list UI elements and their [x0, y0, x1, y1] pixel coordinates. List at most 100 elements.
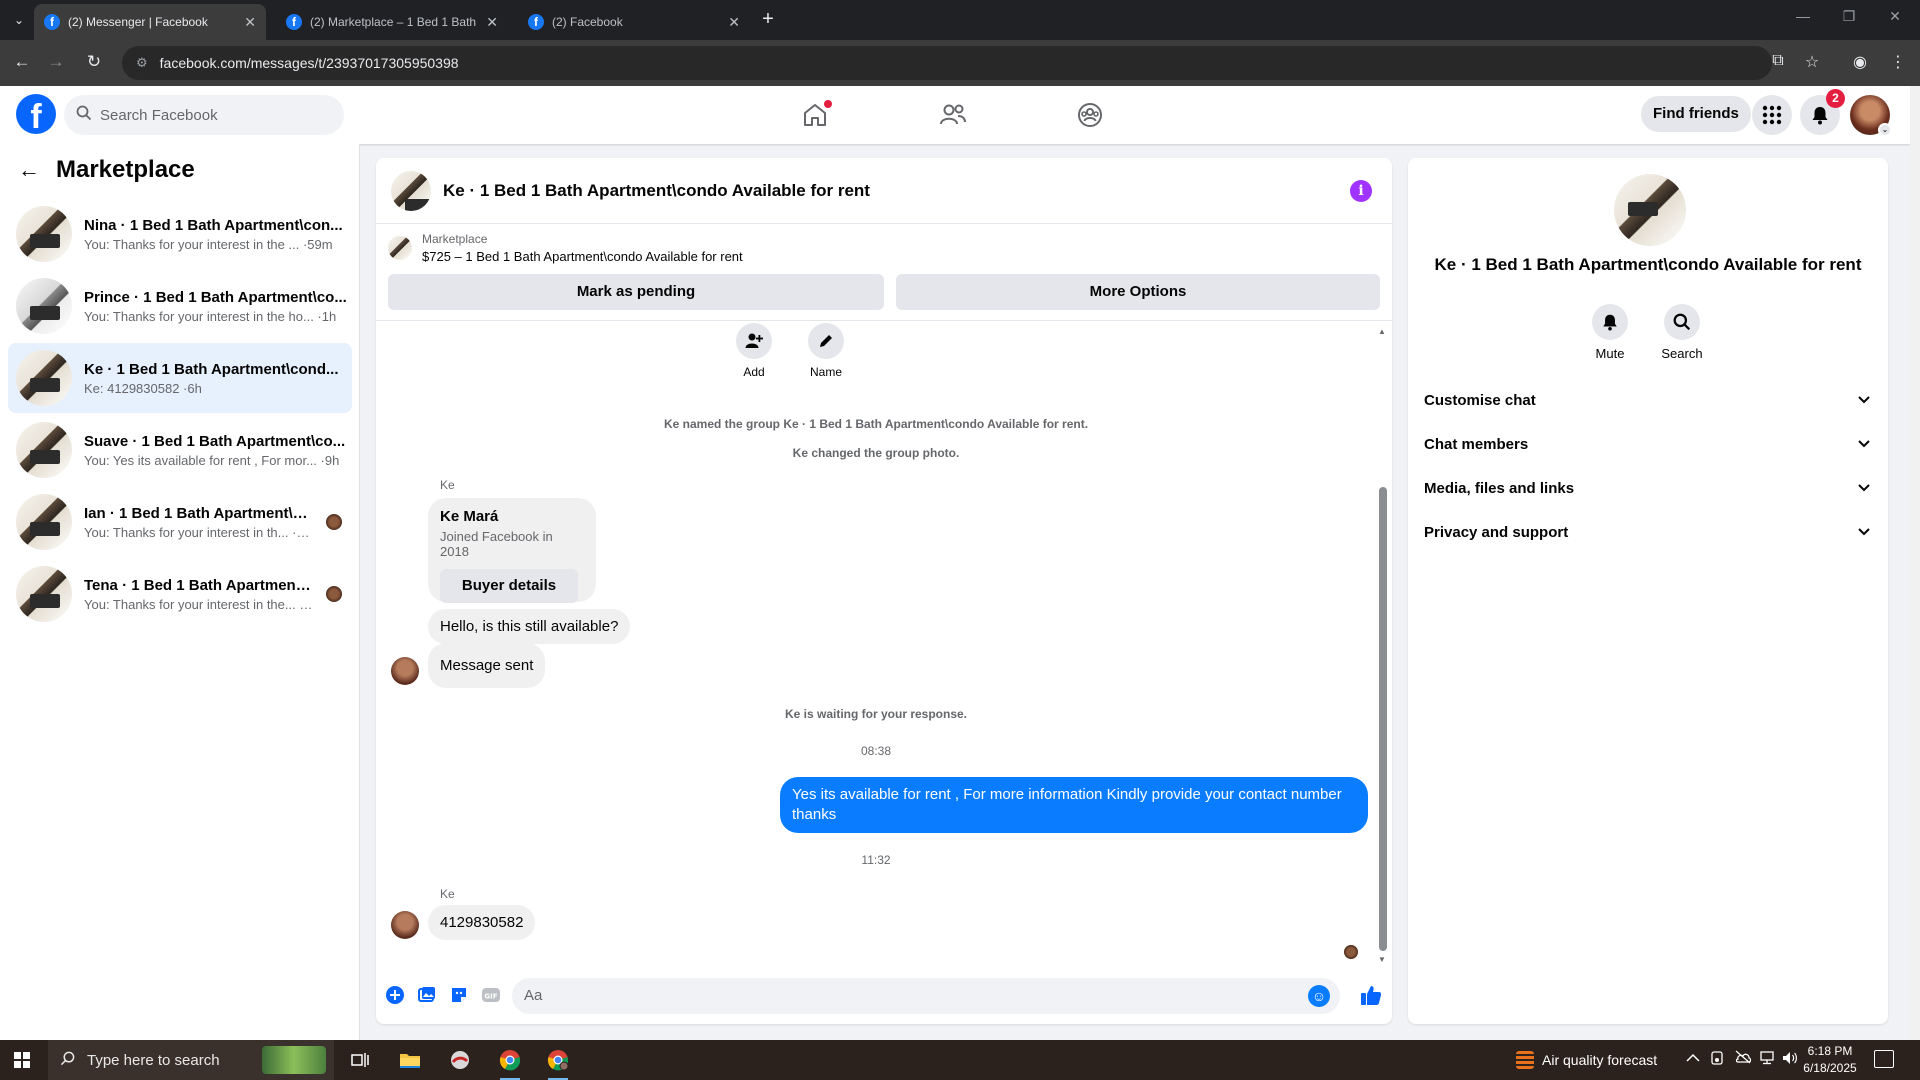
taskbar-search-input[interactable]: Type here to search: [48, 1040, 334, 1080]
customise-chat-section[interactable]: Customise chat: [1424, 382, 1872, 418]
install-app-icon[interactable]: ⧉: [1766, 52, 1790, 70]
system-message: Ke changed the group photo.: [792, 446, 960, 460]
tab-marketplace[interactable]: f (2) Marketplace – 1 Bed 1 Bath ✕: [276, 4, 508, 40]
windows-start-icon[interactable]: [14, 1052, 30, 1068]
incoming-message[interactable]: 4129830582: [428, 905, 536, 940]
volume-icon[interactable]: [1782, 1050, 1798, 1069]
action-center-icon[interactable]: [1874, 1050, 1894, 1068]
svg-text:GIF: GIF: [484, 993, 497, 1001]
back-icon[interactable]: ←: [10, 52, 34, 72]
mark-as-pending-button[interactable]: Mark as pending: [388, 274, 884, 310]
listing-thumbnail: [16, 494, 72, 550]
find-friends-button[interactable]: Find friends: [1641, 96, 1751, 132]
tray-chevron-up-icon[interactable]: [1686, 1050, 1700, 1066]
site-info-icon[interactable]: ⚙: [136, 55, 148, 71]
more-options-button[interactable]: More Options: [896, 274, 1380, 310]
mute-button[interactable]: Mute: [1580, 304, 1640, 361]
profile-icon[interactable]: ◉: [1848, 52, 1872, 72]
thumbs-up-icon[interactable]: [1360, 984, 1382, 1006]
onedrive-off-icon[interactable]: [1734, 1050, 1752, 1067]
conversation-item[interactable]: Suave · 1 Bed 1 Bath Apartment\co... You…: [8, 415, 352, 485]
tab-title: (2) Facebook: [552, 15, 623, 29]
seen-avatar: [326, 514, 342, 530]
chrome-icon[interactable]: [496, 1046, 524, 1080]
conversation-preview: You: Thanks for your interest in the... …: [84, 596, 314, 612]
gif-icon[interactable]: GIF: [480, 984, 502, 1006]
privacy-support-section[interactable]: Privacy and support: [1424, 514, 1872, 550]
info-icon[interactable]: i: [1350, 179, 1372, 202]
home-icon[interactable]: [798, 98, 832, 132]
system-clock[interactable]: 6:18 PM 6/18/2025: [1800, 1043, 1860, 1077]
emoji-icon[interactable]: ☺: [1308, 985, 1330, 1007]
meet-now-icon[interactable]: [1710, 1050, 1726, 1069]
app-icon[interactable]: [446, 1046, 474, 1074]
sender-avatar[interactable]: [391, 911, 419, 939]
address-bar[interactable]: ⚙ facebook.com/messages/t/23937017305950…: [122, 46, 1772, 80]
close-tab-icon[interactable]: ✕: [244, 14, 256, 31]
conversation-item[interactable]: Tena · 1 Bed 1 Bath Apartment\c... You: …: [8, 559, 352, 629]
sender-name: Ke: [440, 478, 455, 492]
search-in-conversation-button[interactable]: Search: [1652, 304, 1712, 361]
scroll-up-icon[interactable]: ▲: [1378, 327, 1386, 336]
tab-search-chevron-icon[interactable]: ⌄: [8, 10, 30, 30]
tab-facebook[interactable]: f (2) Facebook ✕: [518, 4, 750, 40]
bookmark-star-icon[interactable]: ☆: [1800, 52, 1824, 72]
clock-time: 6:18 PM: [1807, 1044, 1853, 1058]
close-window-icon[interactable]: ✕: [1872, 8, 1918, 25]
chrome-profile-icon[interactable]: [544, 1046, 572, 1080]
chevron-down-icon: [1858, 437, 1870, 451]
scroll-down-icon[interactable]: ▼: [1378, 955, 1386, 964]
incoming-message[interactable]: Message sent: [428, 643, 546, 688]
name-group-button[interactable]: Name: [796, 323, 856, 379]
group-photo[interactable]: [1614, 174, 1686, 246]
chat-members-section[interactable]: Chat members: [1424, 426, 1872, 462]
conversation-preview: You: Thanks for your interest in the ...…: [84, 236, 333, 252]
add-people-button[interactable]: Add: [724, 323, 784, 379]
restore-icon[interactable]: ❐: [1826, 8, 1872, 25]
weather-widget[interactable]: Air quality forecast: [1516, 1040, 1657, 1080]
air-quality-icon: [1516, 1051, 1534, 1069]
close-tab-icon[interactable]: ✕: [728, 14, 740, 31]
facebook-logo-icon[interactable]: f: [16, 94, 56, 134]
incoming-message[interactable]: Hello, is this still available?: [428, 609, 631, 644]
file-explorer-icon[interactable]: [396, 1046, 424, 1074]
chrome-menu-icon[interactable]: ⋮: [1886, 52, 1910, 72]
marketplace-label: Marketplace: [422, 232, 488, 246]
photo-icon[interactable]: [416, 984, 438, 1006]
facebook-search-input[interactable]: Search Facebook: [64, 95, 344, 135]
read-receipt-avatar: [1344, 945, 1358, 959]
outgoing-message[interactable]: Yes its available for rent , For more in…: [780, 777, 1368, 833]
message-input[interactable]: Aa ☺: [512, 978, 1340, 1014]
scroll-thumb[interactable]: [1379, 487, 1387, 951]
forward-icon[interactable]: →: [44, 52, 68, 72]
thread-scrollbar[interactable]: ▲ ▼: [1376, 327, 1387, 964]
minimize-icon[interactable]: —: [1780, 8, 1826, 24]
sticker-icon[interactable]: [448, 984, 470, 1006]
bell-icon: [1592, 304, 1628, 340]
chat-title[interactable]: Ke · 1 Bed 1 Bath Apartment\condo Availa…: [443, 181, 1338, 201]
media-files-links-section[interactable]: Media, files and links: [1424, 470, 1872, 506]
chevron-down-icon: [1858, 481, 1870, 495]
account-avatar[interactable]: ⌄: [1850, 95, 1892, 137]
task-view-icon[interactable]: [346, 1046, 374, 1074]
page-scrollbar[interactable]: [1910, 86, 1920, 1040]
groups-icon[interactable]: [1073, 98, 1107, 132]
reload-icon[interactable]: ↻: [82, 52, 106, 72]
menu-grid-icon[interactable]: [1752, 95, 1792, 135]
plus-circle-icon[interactable]: [384, 984, 406, 1006]
conversation-item-selected[interactable]: Ke · 1 Bed 1 Bath Apartment\cond... Ke: …: [8, 343, 352, 413]
conversation-item[interactable]: Nina · 1 Bed 1 Bath Apartment\con... You…: [8, 199, 352, 269]
add-label: Add: [743, 365, 765, 379]
marketplace-listing-banner[interactable]: Marketplace $725 – 1 Bed 1 Bath Apartmen…: [388, 232, 743, 264]
buyer-details-button[interactable]: Buyer details: [440, 569, 578, 603]
conversation-item[interactable]: Prince · 1 Bed 1 Bath Apartment\co... Yo…: [8, 271, 352, 341]
close-tab-icon[interactable]: ✕: [486, 14, 498, 31]
conversation-item[interactable]: Ian · 1 Bed 1 Bath Apartment\co... You: …: [8, 487, 352, 557]
sender-avatar[interactable]: [391, 657, 419, 685]
new-tab-icon[interactable]: +: [756, 8, 780, 31]
tab-messenger[interactable]: f (2) Messenger | Facebook ✕: [34, 4, 266, 40]
network-icon[interactable]: [1758, 1050, 1776, 1069]
chat-avatar[interactable]: [391, 170, 431, 211]
back-arrow-icon[interactable]: ←: [18, 157, 40, 183]
friends-icon[interactable]: [936, 98, 970, 132]
